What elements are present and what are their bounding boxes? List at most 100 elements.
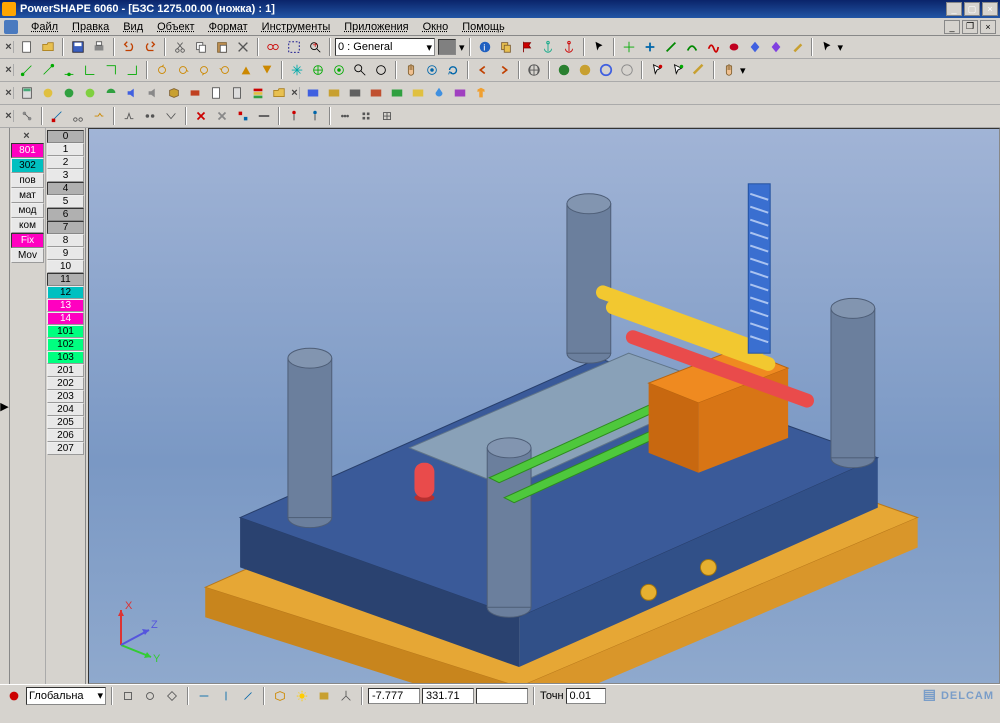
level-btn-7[interactable]: 7 (47, 221, 84, 234)
expand-icon[interactable] (287, 60, 307, 80)
level-btn-12[interactable]: 12 (47, 286, 84, 299)
rot2-icon[interactable] (173, 60, 193, 80)
snap3-icon[interactable] (59, 60, 79, 80)
toolbar4-handle[interactable]: × (4, 110, 14, 122)
layer-btn-6[interactable]: Fix (11, 233, 44, 248)
hand-arrow[interactable]: ▾ (740, 64, 746, 77)
anchor1-icon[interactable] (538, 37, 558, 57)
conn-icon[interactable] (17, 106, 37, 126)
level-btn-14[interactable]: 14 (47, 312, 84, 325)
constr3-icon[interactable] (161, 106, 181, 126)
doc-restore-button[interactable]: ❐ (962, 20, 978, 34)
minimize-button[interactable]: _ (946, 2, 962, 16)
constr2-icon[interactable] (140, 106, 160, 126)
globe-grid-icon[interactable] (524, 60, 544, 80)
copy2-icon[interactable] (496, 37, 516, 57)
globe-wire-icon[interactable] (617, 60, 637, 80)
measure1-icon[interactable] (194, 686, 214, 706)
menu-tools[interactable]: Инструменты (255, 19, 338, 35)
del1-icon[interactable] (191, 106, 211, 126)
target2-icon[interactable] (329, 60, 349, 80)
anchor2-icon[interactable] (559, 37, 579, 57)
cursor-arrow[interactable]: ▾ (838, 41, 844, 54)
bolt1-icon[interactable] (284, 106, 304, 126)
level-btn-5[interactable]: 5 (47, 195, 84, 208)
tri2-icon[interactable] (257, 60, 277, 80)
refresh-icon[interactable] (443, 60, 463, 80)
measure2-icon[interactable] (216, 686, 236, 706)
level-btn-103[interactable]: 103 (47, 351, 84, 364)
3d-viewport[interactable]: X Y Z (88, 128, 1000, 684)
menu-format[interactable]: Формат (202, 19, 255, 35)
grp-icon[interactable] (233, 106, 253, 126)
layer-btn-5[interactable]: ком (11, 218, 44, 233)
level-btn-3[interactable]: 3 (47, 169, 84, 182)
toolbar3b-handle[interactable]: × (290, 87, 300, 99)
zoomwin-icon[interactable] (350, 60, 370, 80)
level-btn-11[interactable]: 11 (47, 273, 84, 286)
rot4-icon[interactable] (215, 60, 235, 80)
copy-button[interactable] (191, 37, 211, 57)
pick1-icon[interactable] (647, 60, 667, 80)
level-btn-205[interactable]: 205 (47, 416, 84, 429)
grip2-icon[interactable] (140, 686, 160, 706)
layer-btn-4[interactable]: мод (11, 203, 44, 218)
layer-btn-0[interactable]: 801 (11, 143, 44, 158)
snap-c-icon[interactable] (89, 106, 109, 126)
pick2-icon[interactable] (668, 60, 688, 80)
menu-help[interactable]: Помощь (455, 19, 512, 35)
menu-file[interactable]: Файл (24, 19, 65, 35)
tolerance-input[interactable]: 0.01 (566, 688, 606, 704)
menu-view[interactable]: Вид (116, 19, 150, 35)
panel3-icon[interactable] (345, 83, 365, 103)
layer-btn-2[interactable]: пов (11, 173, 44, 188)
doc-minimize-button[interactable]: _ (944, 20, 960, 34)
folder2-icon[interactable] (269, 83, 289, 103)
globe-blue-icon[interactable] (596, 60, 616, 80)
cursor-icon[interactable] (589, 37, 609, 57)
layer-dropdown[interactable]: 0 : General▾ (335, 38, 435, 56)
globe-gold-icon[interactable] (575, 60, 595, 80)
flag-icon[interactable] (517, 37, 537, 57)
sphere-half-icon[interactable] (101, 83, 121, 103)
panel-collapse-left[interactable]: ▶ (0, 128, 10, 684)
layer-btn-1[interactable]: 302 (11, 158, 44, 173)
level-btn-202[interactable]: 202 (47, 377, 84, 390)
curve-icon[interactable] (703, 37, 723, 57)
zoomfit-icon[interactable] (371, 60, 391, 80)
panel1-close[interactable]: × (11, 130, 42, 142)
level-btn-206[interactable]: 206 (47, 429, 84, 442)
coord-z-input[interactable] (476, 688, 528, 704)
doc-icon[interactable] (206, 83, 226, 103)
snap5-icon[interactable] (101, 60, 121, 80)
coord-x-input[interactable]: -7.777 (368, 688, 420, 704)
close-button[interactable]: × (982, 2, 998, 16)
menu-apps[interactable]: Приложения (337, 19, 415, 35)
sun-icon[interactable] (292, 686, 312, 706)
panel1-icon[interactable] (303, 83, 323, 103)
orbit-icon[interactable] (422, 60, 442, 80)
menu-edit[interactable]: Правка (65, 19, 116, 35)
save-button[interactable] (68, 37, 88, 57)
brush-icon[interactable] (689, 60, 709, 80)
snap4-icon[interactable] (80, 60, 100, 80)
zoom-plus-icon[interactable]: + (305, 37, 325, 57)
sphere-green-icon[interactable] (59, 83, 79, 103)
color-swatch[interactable] (438, 39, 456, 55)
coord-system-dropdown[interactable]: Глобальна▾ (26, 687, 106, 705)
hand2-icon[interactable] (719, 60, 739, 80)
arc-icon[interactable] (682, 37, 702, 57)
cut-b-icon[interactable] (68, 106, 88, 126)
tool-icon[interactable] (787, 37, 807, 57)
back-icon[interactable] (473, 60, 493, 80)
delete-button[interactable] (233, 37, 253, 57)
open-button[interactable] (38, 37, 58, 57)
panel4-icon[interactable] (366, 83, 386, 103)
sphere-yellow-icon[interactable] (38, 83, 58, 103)
bar-icon[interactable] (254, 106, 274, 126)
brick-icon[interactable] (185, 83, 205, 103)
layer-btn-7[interactable]: Mov (11, 248, 44, 263)
del2-icon[interactable] (212, 106, 232, 126)
glasses-icon[interactable] (263, 37, 283, 57)
info-icon[interactable]: i (475, 37, 495, 57)
